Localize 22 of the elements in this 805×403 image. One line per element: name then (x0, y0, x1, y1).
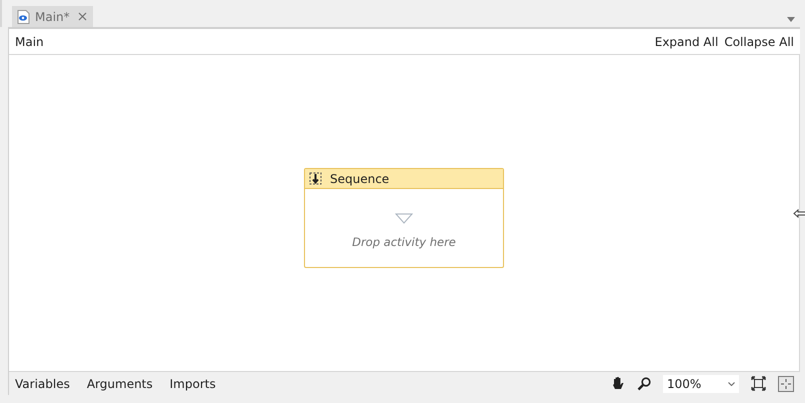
close-icon[interactable] (78, 12, 87, 21)
dropdown-icon[interactable] (787, 17, 795, 22)
drop-triangle-icon (395, 212, 413, 224)
hand-icon[interactable] (611, 376, 625, 391)
caret-icon (728, 382, 735, 386)
zoom-combo[interactable]: 100% (663, 374, 739, 392)
panel-tab[interactable]: Arguments (86, 374, 153, 392)
document-icon (17, 10, 30, 24)
fit-screen-icon[interactable] (751, 376, 766, 391)
designer-title: Main (15, 34, 44, 50)
sequence-icon (309, 172, 322, 185)
document-tab[interactable]: Main* (12, 6, 93, 27)
overview-icon[interactable] (778, 376, 794, 392)
panel-tab[interactable]: Imports (170, 374, 216, 392)
left-arrow-icon[interactable] (793, 209, 805, 218)
header-link[interactable]: Expand All (654, 32, 718, 50)
activity-title: Sequence (330, 170, 390, 188)
sequence-activity[interactable]: Sequence Drop activity here (304, 168, 504, 268)
header-link[interactable]: Collapse All (724, 32, 794, 50)
zoom-icon[interactable] (637, 376, 651, 390)
drop-hint: Drop activity here (352, 234, 456, 251)
panel-tab[interactable]: Variables (15, 374, 70, 392)
